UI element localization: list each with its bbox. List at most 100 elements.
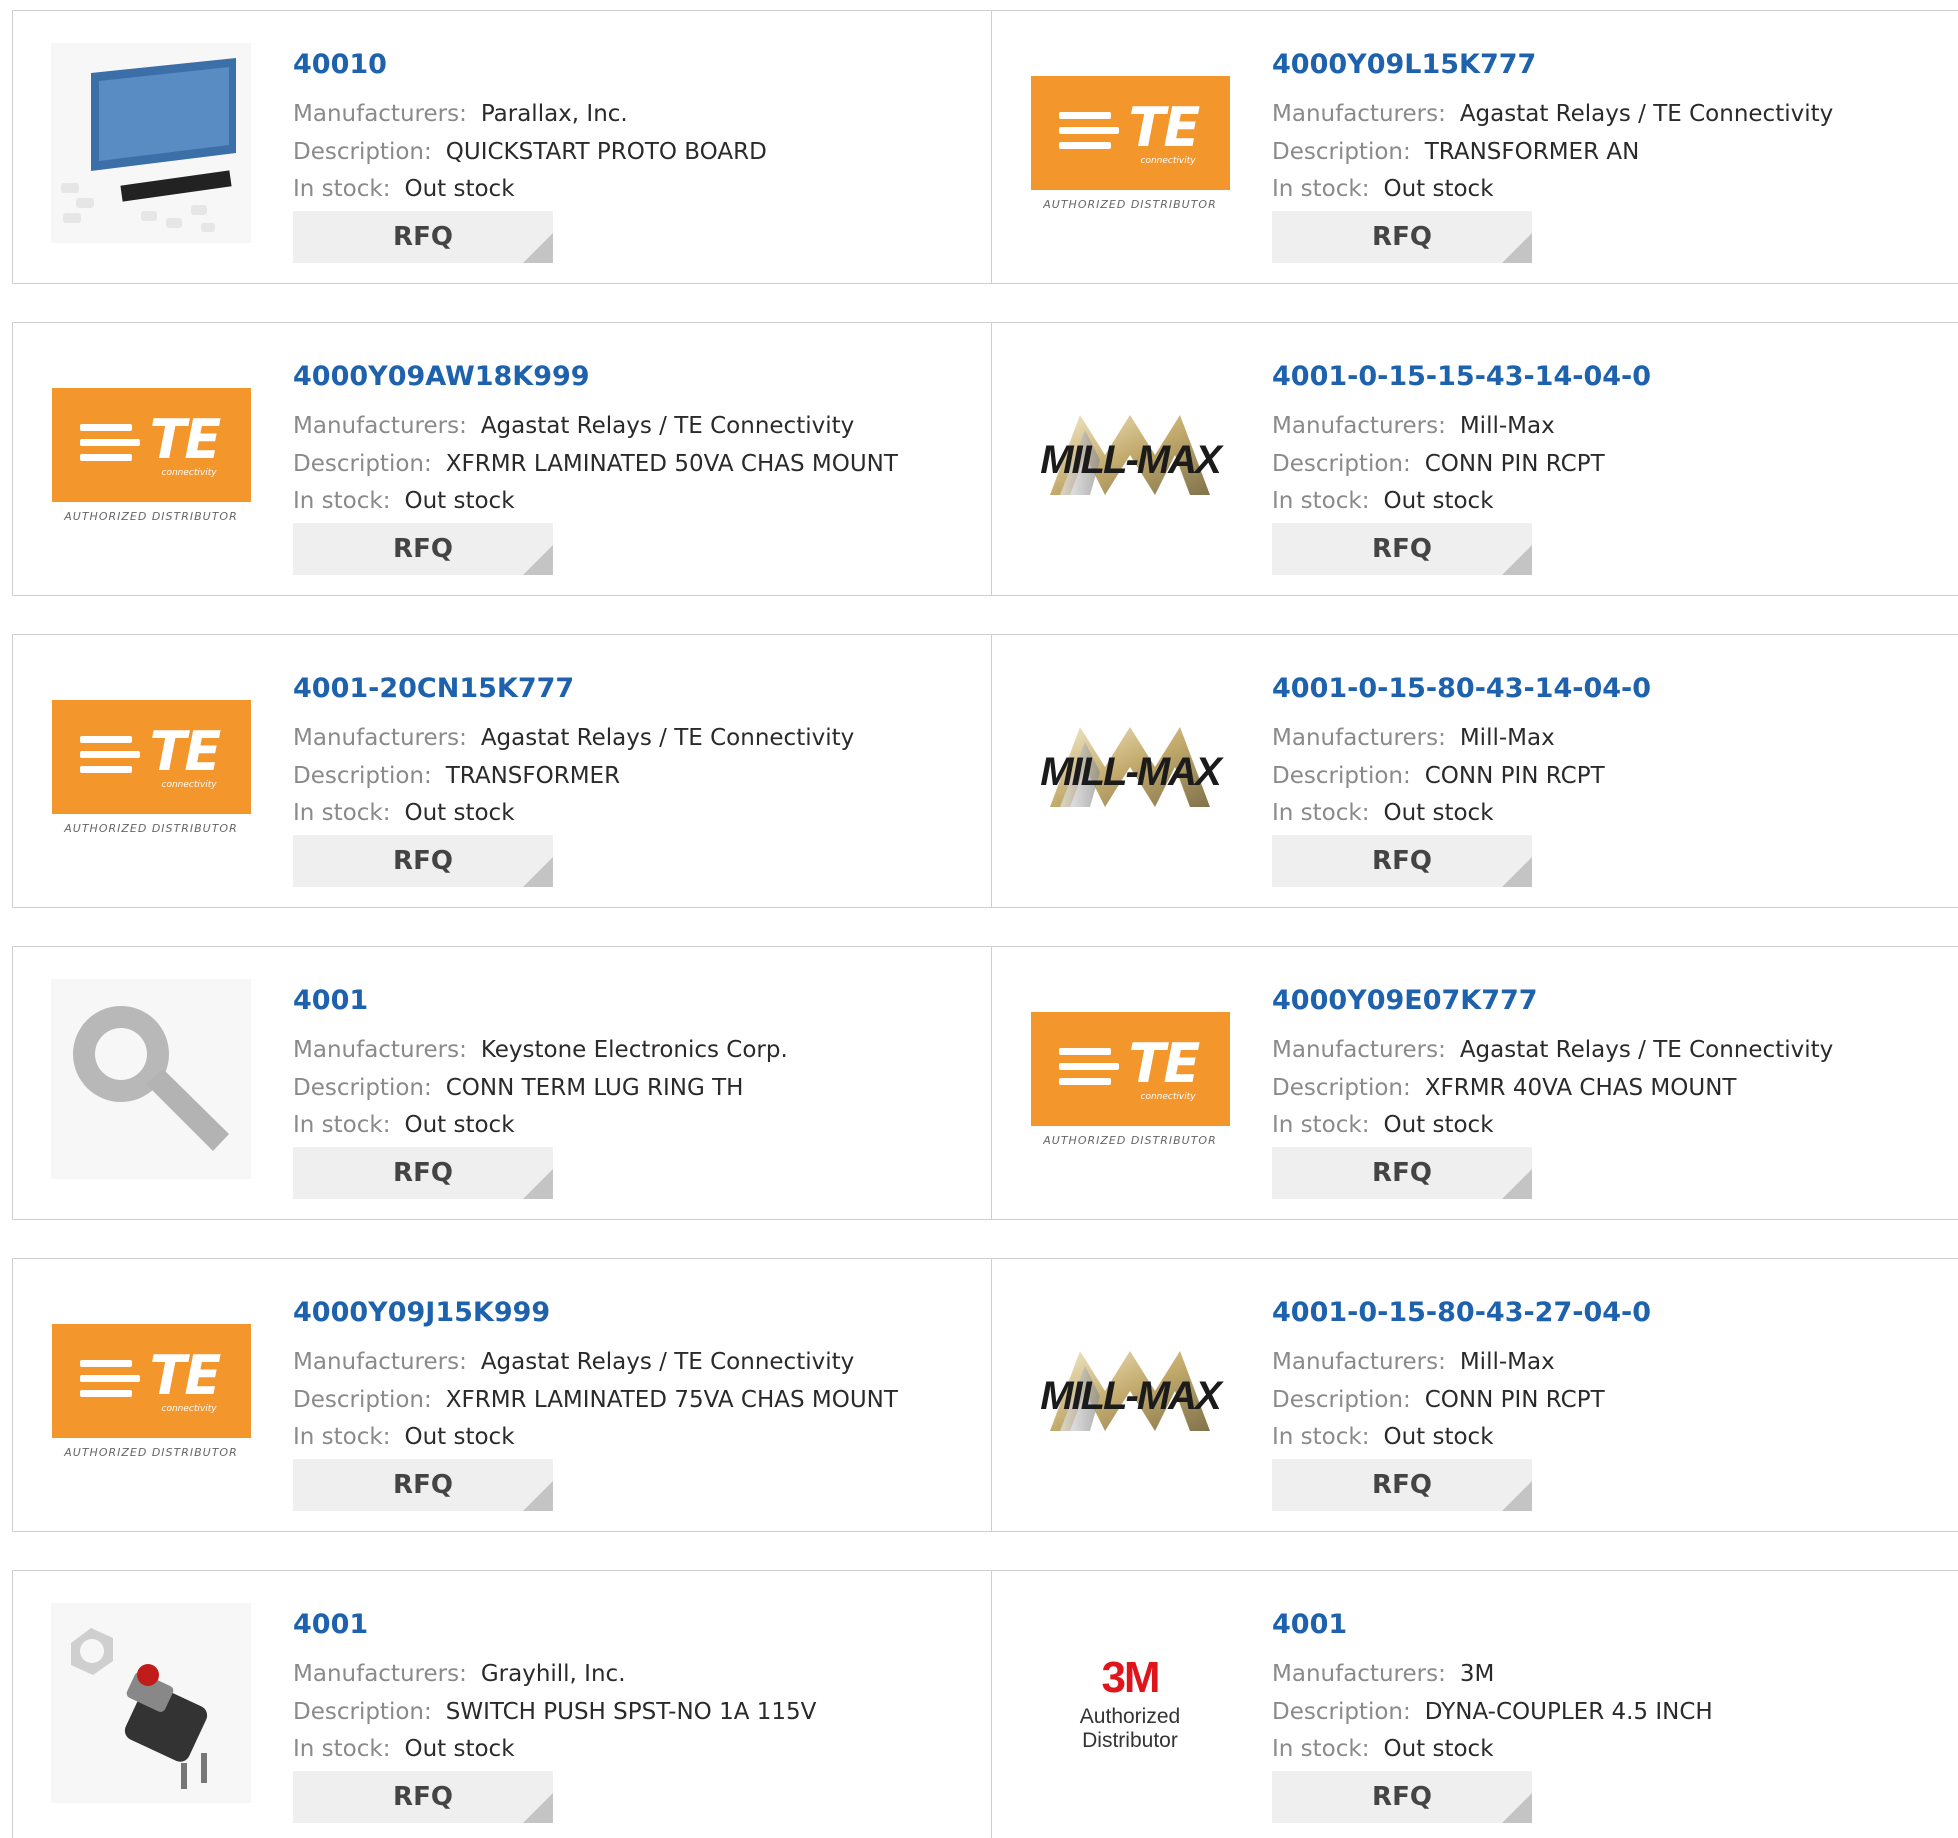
description-value: TRANSFORMER: [445, 763, 621, 789]
rfq-button[interactable]: RFQ: [1272, 1147, 1532, 1199]
description-label: Description:: [1272, 1387, 1411, 1413]
product-image[interactable]: TE connectivity AUTHORIZED DISTRIBUTOR: [51, 667, 251, 867]
millmax-wordmark: MILL-MAX: [1040, 1374, 1222, 1418]
manufacturers-label: Manufacturers:: [293, 1661, 467, 1687]
rfq-button[interactable]: RFQ: [1272, 835, 1532, 887]
rfq-button[interactable]: RFQ: [293, 211, 553, 263]
product-card: 40010 Manufacturers: Parallax, Inc. Descr…: [13, 11, 992, 283]
stock-value: Out stock: [404, 800, 515, 826]
description-value: CONN PIN RCPT: [1424, 1387, 1605, 1413]
manufacturer-value: Agastat Relays / TE Connectivity: [480, 725, 855, 751]
in-stock-label: In stock:: [293, 1112, 391, 1138]
corner-triangle-icon: [1502, 1793, 1532, 1823]
description-label: Description:: [293, 1387, 432, 1413]
corner-triangle-icon: [1502, 545, 1532, 575]
rfq-button[interactable]: RFQ: [293, 835, 553, 887]
rfq-button[interactable]: RFQ: [293, 523, 553, 575]
description-value: SWITCH PUSH SPST-NO 1A 115V: [445, 1699, 817, 1725]
product-image[interactable]: 3M Authorized Distributor: [1030, 1603, 1230, 1803]
part-number-link[interactable]: 4001-20CN15K777: [293, 673, 574, 704]
description-label: Description:: [293, 139, 432, 165]
part-number-link[interactable]: 4000Y09AW18K999: [293, 361, 590, 392]
part-number-link[interactable]: 4000Y09E07K777: [1272, 985, 1538, 1016]
part-number-link[interactable]: 4001: [293, 985, 368, 1016]
part-number-link[interactable]: 4001: [293, 1609, 368, 1640]
in-stock-label: In stock:: [1272, 1112, 1370, 1138]
stock-value: Out stock: [404, 488, 515, 514]
product-image[interactable]: TE connectivity AUTHORIZED DISTRIBUTOR: [1030, 43, 1230, 243]
product-row: 4001 Manufacturers: Grayhill, Inc. Descri…: [12, 1570, 1958, 1838]
description-field: Description: CONN TERM LUG RING TH: [293, 1075, 743, 1101]
product-card: TE connectivity AUTHORIZED DISTRIBUTOR 400…: [13, 1259, 992, 1531]
description-label: Description:: [1272, 763, 1411, 789]
product-image[interactable]: MILL-MAX: [1030, 667, 1230, 867]
stock-value: Out stock: [404, 1736, 515, 1762]
corner-triangle-icon: [523, 233, 553, 263]
push-switch-photo: [51, 1603, 251, 1803]
te-wordmark: TE: [149, 719, 222, 783]
te-wordmark: TE: [1128, 1031, 1201, 1095]
part-number-link[interactable]: 4001-0-15-15-43-14-04-0: [1272, 361, 1651, 392]
te-subtitle: connectivity: [161, 1403, 217, 1414]
stock-value: Out stock: [404, 1112, 515, 1138]
part-number-link[interactable]: 4000Y09J15K999: [293, 1297, 550, 1328]
manufacturer-field: Manufacturers: Mill-Max: [1272, 413, 1555, 439]
manufacturer-field: Manufacturers: Agastat Relays / TE Connec…: [293, 725, 854, 751]
rfq-label: RFQ: [1372, 1470, 1432, 1500]
product-card: TE connectivity AUTHORIZED DISTRIBUTOR 400…: [992, 11, 1958, 283]
product-card: TE connectivity AUTHORIZED DISTRIBUTOR 400…: [13, 635, 992, 907]
part-number-link[interactable]: 4000Y09L15K777: [1272, 49, 1536, 80]
rfq-label: RFQ: [1372, 222, 1432, 252]
te-subtitle: connectivity: [1140, 1091, 1196, 1102]
description-field: Description: QUICKSTART PROTO BOARD: [293, 139, 767, 165]
in-stock-label: In stock:: [293, 1736, 391, 1762]
rfq-label: RFQ: [1372, 534, 1432, 564]
rfq-button[interactable]: RFQ: [1272, 1771, 1532, 1823]
rfq-button[interactable]: RFQ: [293, 1771, 553, 1823]
product-image[interactable]: TE connectivity AUTHORIZED DISTRIBUTOR: [51, 355, 251, 555]
product-image[interactable]: [51, 979, 251, 1179]
product-image[interactable]: MILL-MAX: [1030, 1291, 1230, 1491]
in-stock-label: In stock:: [1272, 176, 1370, 202]
ring-lug-photo: [51, 979, 251, 1179]
description-value: CONN PIN RCPT: [1424, 451, 1605, 477]
authorized-distributor-text: AUTHORIZED DISTRIBUTOR: [1043, 1133, 1217, 1147]
description-field: Description: XFRMR 40VA CHAS MOUNT: [1272, 1075, 1736, 1101]
te-subtitle: connectivity: [161, 779, 217, 790]
product-image[interactable]: [51, 43, 251, 243]
description-label: Description:: [293, 1075, 432, 1101]
stock-value: Out stock: [404, 1424, 515, 1450]
rfq-label: RFQ: [393, 534, 453, 564]
rfq-button[interactable]: RFQ: [293, 1147, 553, 1199]
rfq-label: RFQ: [393, 222, 453, 252]
description-label: Description:: [1272, 451, 1411, 477]
stock-value: Out stock: [1383, 1424, 1494, 1450]
part-number-link[interactable]: 4001: [1272, 1609, 1347, 1640]
manufacturer-value: Agastat Relays / TE Connectivity: [1459, 1037, 1834, 1063]
rfq-button[interactable]: RFQ: [1272, 523, 1532, 575]
stock-value: Out stock: [1383, 1736, 1494, 1762]
rfq-button[interactable]: RFQ: [1272, 1459, 1532, 1511]
part-number-link[interactable]: 4001-0-15-80-43-27-04-0: [1272, 1297, 1651, 1328]
product-image[interactable]: TE connectivity AUTHORIZED DISTRIBUTOR: [1030, 979, 1230, 1179]
part-number-link[interactable]: 40010: [293, 49, 387, 80]
product-row: 4001 Manufacturers: Keystone Electronics …: [12, 946, 1958, 1220]
product-image[interactable]: MILL-MAX: [1030, 355, 1230, 555]
product-image[interactable]: [51, 1603, 251, 1803]
description-field: Description: CONN PIN RCPT: [1272, 763, 1605, 789]
rfq-label: RFQ: [393, 1158, 453, 1188]
product-row: TE connectivity AUTHORIZED DISTRIBUTOR 400…: [12, 1258, 1958, 1532]
product-image[interactable]: TE connectivity AUTHORIZED DISTRIBUTOR: [51, 1291, 251, 1491]
manufacturers-label: Manufacturers:: [1272, 413, 1446, 439]
corner-triangle-icon: [523, 1169, 553, 1199]
part-number-link[interactable]: 4001-0-15-80-43-14-04-0: [1272, 673, 1651, 704]
rfq-button[interactable]: RFQ: [293, 1459, 553, 1511]
manufacturer-value: Keystone Electronics Corp.: [480, 1037, 788, 1063]
rfq-label: RFQ: [393, 1470, 453, 1500]
rfq-button[interactable]: RFQ: [1272, 211, 1532, 263]
manufacturer-value: Agastat Relays / TE Connectivity: [480, 1349, 855, 1375]
manufacturer-value: Agastat Relays / TE Connectivity: [480, 413, 855, 439]
te-wordmark: TE: [1128, 95, 1201, 159]
manufacturer-value: Mill-Max: [1459, 725, 1555, 751]
corner-triangle-icon: [1502, 1169, 1532, 1199]
